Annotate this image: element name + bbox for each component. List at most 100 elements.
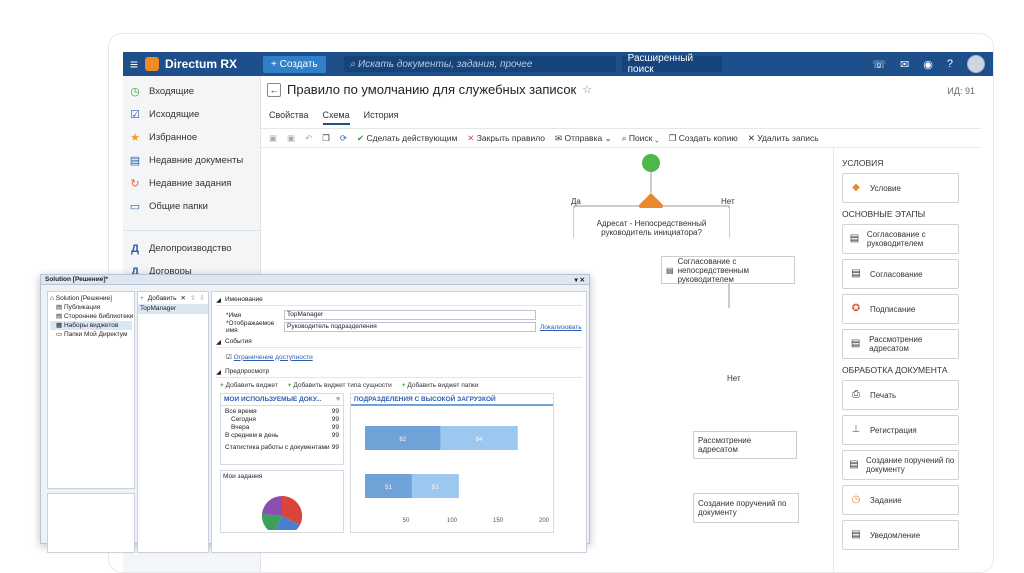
widget-my-docs[interactable]: МОИ ИСПОЛЬЗУЕМЫЕ ДОКУ... ≡ Все время 99 Сег…	[220, 393, 344, 465]
sidebar-item-recent-docs[interactable]: ▤ Недавние документы	[123, 149, 260, 172]
delete-button[interactable]: ✕ Удалить запись	[748, 133, 819, 144]
widget-set-list: + Добавить ✕ ⇧ ⇩ TopManager	[137, 291, 209, 553]
add-folder-widget-button[interactable]: Добавить виджет папки	[402, 382, 478, 389]
copy-icon[interactable]: ❐	[322, 133, 330, 144]
palette-condition[interactable]: ◆ Условие	[842, 173, 959, 203]
flow-node-review[interactable]: Рассмотрение адресатом	[693, 431, 797, 459]
tab-properties[interactable]: Свойства	[269, 110, 309, 125]
palette-stage-review[interactable]: ▤ Рассмотрение адресатом	[842, 329, 959, 359]
save-icon[interactable]: ▣	[269, 133, 277, 144]
add-widget-button[interactable]: Добавить виджет	[220, 382, 278, 389]
flow-node-approval[interactable]: ▤ Согласование с непосредственным руковод…	[661, 256, 795, 284]
tree-item[interactable]: ▤ Публикация	[50, 303, 132, 312]
palette-notification[interactable]: ▤ Уведомление	[842, 520, 959, 550]
sidebar-item-outbox[interactable]: ☑ Исходящие	[123, 103, 260, 126]
tree-item[interactable]: ▭ Папки Мой Директум	[50, 330, 132, 339]
section-events[interactable]: ◢ События	[216, 336, 582, 348]
window-title: Solution [Решение]*	[45, 276, 109, 283]
display-name-field[interactable]: Руководитель подразделения	[284, 322, 536, 332]
palette-stage-manager-approval[interactable]: ▤ Согласование с руководителем	[842, 224, 959, 254]
flow-node-create-orders[interactable]: Создание поручений по документу	[693, 493, 799, 523]
stat-value: 99	[331, 416, 339, 423]
clock-icon: ◷	[851, 494, 861, 505]
palette-print[interactable]: ⎙ Печать	[842, 380, 959, 410]
diamond-icon: ◆	[852, 182, 860, 193]
tab-history[interactable]: История	[364, 110, 399, 125]
widget-my-tasks[interactable]: Мои задания	[220, 470, 344, 536]
close-icon[interactable]: ▾ ✕	[574, 276, 589, 284]
create-button[interactable]: + Создать	[263, 55, 326, 73]
palette-label: Уведомление	[870, 530, 921, 540]
toolbar: ▣ ▣ ↶ ❐ ⟳ ✔ Сделать действующим ✕ Закрыт…	[261, 128, 981, 148]
refresh-icon[interactable]: ⟳	[340, 133, 347, 144]
button-label: Сделать действующим	[366, 132, 458, 143]
sidebar-item-inbox[interactable]: ◷ Входящие	[123, 80, 260, 103]
add-button[interactable]: Добавить	[148, 295, 177, 302]
help-icon[interactable]: ?	[947, 58, 953, 70]
widget-departments[interactable]: ПОДРАЗДЕЛЕНИЯ С ВЫСОКОЙ ЗАГРУЗКОЙ 82 84 51…	[350, 393, 554, 533]
palette-create-orders[interactable]: ▤ Создание поручений по документу	[842, 450, 959, 480]
close-icon: ✕	[747, 132, 755, 143]
palette-task[interactable]: ◷ Задание	[842, 485, 959, 515]
send-button[interactable]: ✉ Отправка ⌄	[555, 133, 612, 144]
seal-icon: ✪	[851, 303, 861, 314]
section-preview[interactable]: ◢ Предпросмотр	[216, 366, 582, 378]
search-icon: ⌕	[349, 58, 359, 70]
favorite-star-icon[interactable]: ☆	[582, 83, 592, 96]
help-chat-icon[interactable]: ☏	[872, 58, 886, 71]
add-type-widget-button[interactable]: Добавить виджет типа сущности	[288, 382, 391, 389]
menu-icon[interactable]: ≡	[123, 56, 145, 72]
section-naming[interactable]: ◢ Именование	[216, 294, 582, 306]
start-node[interactable]	[642, 154, 660, 172]
localize-link[interactable]: Локализовать	[540, 324, 582, 331]
search-button[interactable]: ⌕ Поиск ⌄	[622, 133, 659, 144]
sidebar-group-records[interactable]: Д Делопроизводство	[123, 237, 260, 260]
search-placeholder: Искать документы, задания, прочее	[358, 58, 533, 70]
tree-item[interactable]: ⌂ Solution [Решение]	[50, 294, 132, 303]
notifications-icon[interactable]: ◉	[923, 58, 933, 71]
secondary-panel	[47, 493, 135, 553]
save-close-icon[interactable]: ▣	[287, 133, 295, 144]
avatar[interactable]	[967, 55, 985, 73]
add-icon[interactable]: +	[140, 295, 144, 302]
tree-item-selected[interactable]: ▦ Наборы виджетов	[50, 321, 132, 330]
approval-icon: ▤	[849, 233, 860, 244]
palette-stage-approval[interactable]: ▤ Согласование	[842, 259, 959, 289]
menu-icon[interactable]: ≡	[336, 394, 343, 405]
list-item[interactable]: TopManager	[138, 304, 208, 314]
palette-registration[interactable]: ⊥ Регистрация	[842, 415, 959, 445]
back-icon[interactable]: ←	[267, 82, 281, 97]
folder-icon: ▭	[129, 201, 141, 213]
arrow-up-icon[interactable]: ⇧	[190, 294, 195, 302]
sidebar-item-recent-tasks[interactable]: ↻ Недавние задания	[123, 172, 260, 195]
sidebar-item-favorites[interactable]: ★ Избранное	[123, 126, 260, 149]
close-icon[interactable]: ✕	[181, 294, 186, 302]
name-field[interactable]: TopManager	[284, 310, 536, 320]
undo-icon[interactable]: ↶	[305, 133, 312, 144]
arrow-down-icon[interactable]: ⇩	[199, 294, 204, 302]
tree-item[interactable]: ▤ Сторонние библиотеки	[50, 312, 133, 321]
tabs: Свойства Схема История	[269, 110, 399, 125]
page-title: ← Правило по умолчанию для служебных запи…	[267, 82, 592, 97]
logo[interactable]: Directum RX	[145, 57, 263, 71]
approval-icon: ▤	[666, 265, 674, 275]
sidebar-item-shared-folders[interactable]: ▭ Общие папки	[123, 195, 260, 218]
copy-record-button[interactable]: ❐ Создать копию	[669, 133, 738, 144]
pie-slice	[262, 495, 282, 516]
advanced-search-button[interactable]: Расширенный поиск	[621, 53, 722, 75]
tab-scheme[interactable]: Схема	[322, 110, 350, 125]
widget-rows: Все время 99 Сегодня 99 Вчера 99 В среднем в д…	[221, 406, 343, 452]
properties-panel: ◢ Именование *Имя TopManager *Отображаемо…	[211, 291, 587, 553]
palette-stage-signing[interactable]: ✪ Подписание	[842, 294, 959, 324]
close-rule-button[interactable]: ✕ Закрыть правило	[467, 133, 545, 144]
stamp-icon: ⊥	[851, 424, 861, 435]
access-link[interactable]: Ограничение доступности	[234, 354, 313, 361]
stage-palette: УСЛОВИЯ ◆ Условие ОСНОВНЫЕ ЭТАПЫ ▤ Согласо…	[833, 148, 983, 572]
make-active-button[interactable]: ✔ Сделать действующим	[357, 133, 457, 144]
checkbox-icon[interactable]: ☑	[226, 353, 234, 361]
access-row: ☑ Ограничение доступности	[226, 351, 582, 363]
stat-row: Вчера 99	[221, 424, 343, 432]
section-label: События	[225, 338, 252, 345]
mail-icon[interactable]: ✉	[900, 58, 909, 71]
search-input[interactable]: ⌕ Искать документы, задания, прочее	[343, 56, 616, 72]
